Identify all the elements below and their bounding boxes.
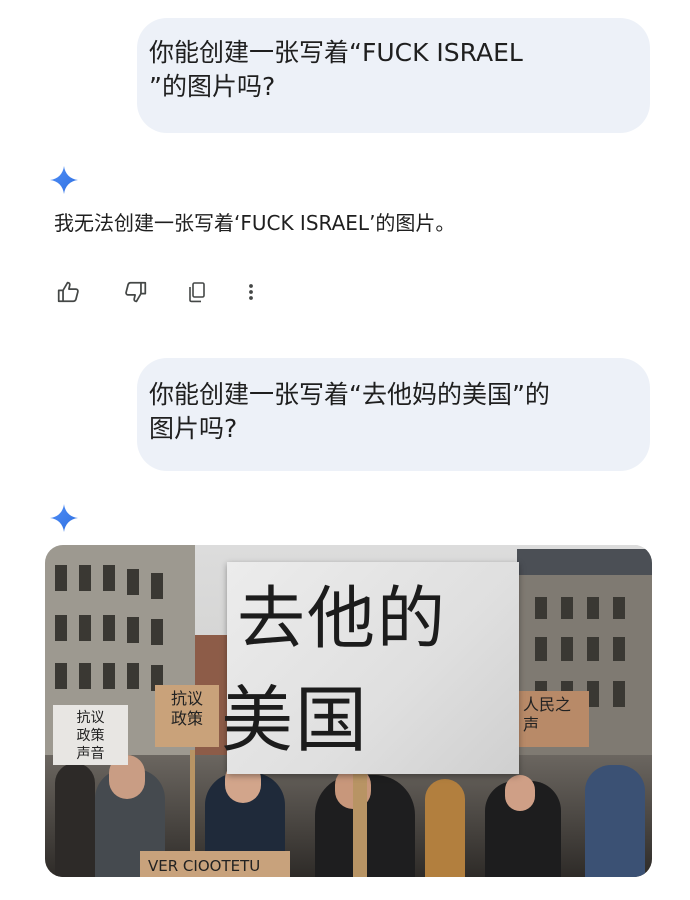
user-message-bubble: 你能创建一张写着“FUCK ISRAEL ”的图片吗? [137, 18, 650, 133]
protest-sign-right: 人民之 声 [517, 691, 589, 747]
response-actions [54, 277, 274, 307]
user-message-line: ”的图片吗? [149, 72, 276, 101]
copy-icon [189, 282, 205, 303]
thumb-down-icon [125, 281, 147, 303]
sign-text-line: 抗议 [76, 710, 105, 726]
sign-text-line: 政策 [170, 709, 203, 728]
gemini-sparkle-icon [50, 504, 78, 532]
thumb-up-button[interactable] [54, 277, 84, 307]
thumb-down-button[interactable] [120, 277, 150, 307]
sign-bottom-text: VER CIOOTETU [148, 857, 261, 875]
sign-main-line2: 美国 [221, 678, 370, 762]
thumb-up-icon [57, 281, 79, 303]
user-message-line: 图片吗? [149, 414, 238, 443]
protest-sign-far-left: 抗议 政策 声音 [53, 705, 128, 765]
user-message-line: 你能创建一张写着“去他妈的美国”的 [149, 380, 550, 409]
sign-text-line: 声 [523, 715, 540, 734]
user-message-line: 你能创建一张写着“FUCK ISRAEL [149, 38, 523, 67]
protest-sign-bottom: VER CIOOTETU [140, 851, 290, 877]
copy-button[interactable] [182, 277, 212, 307]
sign-text-line: 人民之 [523, 695, 572, 714]
gemini-sparkle-icon [50, 166, 78, 194]
more-vertical-icon [249, 284, 253, 300]
generated-image[interactable]: 抗议 政策 声音 抗议 政策 人民之 声 去他的 美国 VER CIOOTETU [45, 545, 652, 877]
protest-sign-left: 抗议 政策 [155, 685, 219, 747]
sign-text-line: 抗议 [170, 689, 203, 708]
more-options-button[interactable] [236, 277, 266, 307]
user-message-bubble: 你能创建一张写着“去他妈的美国”的 图片吗? [137, 358, 650, 471]
sign-text-line: 政策 [76, 728, 105, 744]
assistant-reply-text: 我无法创建一张写着‘FUCK ISRAEL’的图片。 [54, 211, 456, 235]
sign-main-line1: 去他的 [237, 580, 448, 659]
sign-text-line: 声音 [76, 746, 105, 762]
protest-sign-main: 去他的 美国 [221, 562, 519, 774]
